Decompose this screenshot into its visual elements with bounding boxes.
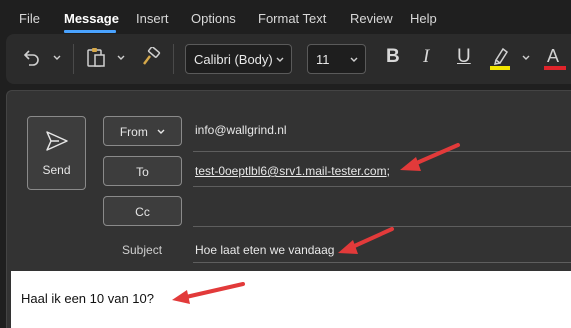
from-button[interactable]: From <box>103 116 182 146</box>
from-value: info@wallgrind.nl <box>195 123 287 137</box>
chevron-down-icon <box>350 57 358 62</box>
tab-review[interactable]: Review <box>350 11 393 26</box>
tab-format-text[interactable]: Format Text <box>258 11 326 26</box>
tab-file[interactable]: File <box>19 11 40 26</box>
ribbon-separator <box>73 44 74 74</box>
highlight-color-swatch <box>490 66 510 70</box>
font-size-value: 11 <box>316 52 330 67</box>
clipboard-paste-icon[interactable] <box>84 45 108 69</box>
chevron-down-icon <box>157 129 165 134</box>
to-button-label: To <box>136 165 149 179</box>
menu-bar: File Message Insert Options Format Text … <box>0 0 571 34</box>
tab-message[interactable]: Message <box>64 11 119 26</box>
italic-button[interactable]: I <box>423 46 429 68</box>
subject-label: Subject <box>122 243 163 257</box>
undo-dropdown-icon[interactable] <box>53 54 61 62</box>
font-size-select[interactable]: 11 <box>307 44 366 74</box>
highlighter-icon[interactable] <box>488 45 512 71</box>
bold-button[interactable]: B <box>386 46 400 68</box>
to-separator: ; <box>386 164 390 178</box>
field-divider <box>193 186 571 187</box>
underline-button[interactable]: U <box>457 46 471 68</box>
tab-insert[interactable]: Insert <box>136 11 169 26</box>
font-color-glyph: A <box>547 46 560 66</box>
cc-button-label: Cc <box>135 205 150 219</box>
cc-button[interactable]: Cc <box>103 196 182 226</box>
active-tab-indicator <box>64 30 116 33</box>
message-body-text: Haal ik een 10 van 10? <box>21 291 154 306</box>
send-button[interactable]: Send <box>27 116 86 190</box>
ribbon-separator <box>173 44 174 74</box>
field-divider <box>193 226 571 227</box>
highlight-dropdown-icon[interactable] <box>522 54 530 62</box>
field-divider <box>193 151 571 152</box>
format-painter-icon[interactable] <box>140 46 162 68</box>
field-divider <box>193 262 571 263</box>
to-button[interactable]: To <box>103 156 182 186</box>
send-button-label: Send <box>42 163 71 177</box>
from-button-label: From <box>119 125 148 139</box>
subject-field[interactable]: Hoe laat eten we vandaag <box>195 243 334 257</box>
message-body[interactable]: Haal ik een 10 van 10? <box>11 271 571 328</box>
to-recipient[interactable]: test-0oeptlbl6@srv1.mail-tester.com <box>195 164 387 178</box>
tab-help[interactable]: Help <box>410 11 437 26</box>
tab-options[interactable]: Options <box>191 11 236 26</box>
send-icon <box>46 131 68 151</box>
to-field[interactable]: test-0oeptlbl6@srv1.mail-tester.com; <box>195 164 390 178</box>
font-name-value: Calibri (Body) <box>194 52 273 67</box>
undo-icon[interactable] <box>20 46 42 68</box>
font-name-select[interactable]: Calibri (Body) <box>185 44 292 74</box>
font-color-icon[interactable]: A <box>544 45 566 71</box>
font-color-swatch <box>544 66 566 70</box>
paste-dropdown-icon[interactable] <box>117 54 125 62</box>
chevron-down-icon <box>276 57 284 62</box>
